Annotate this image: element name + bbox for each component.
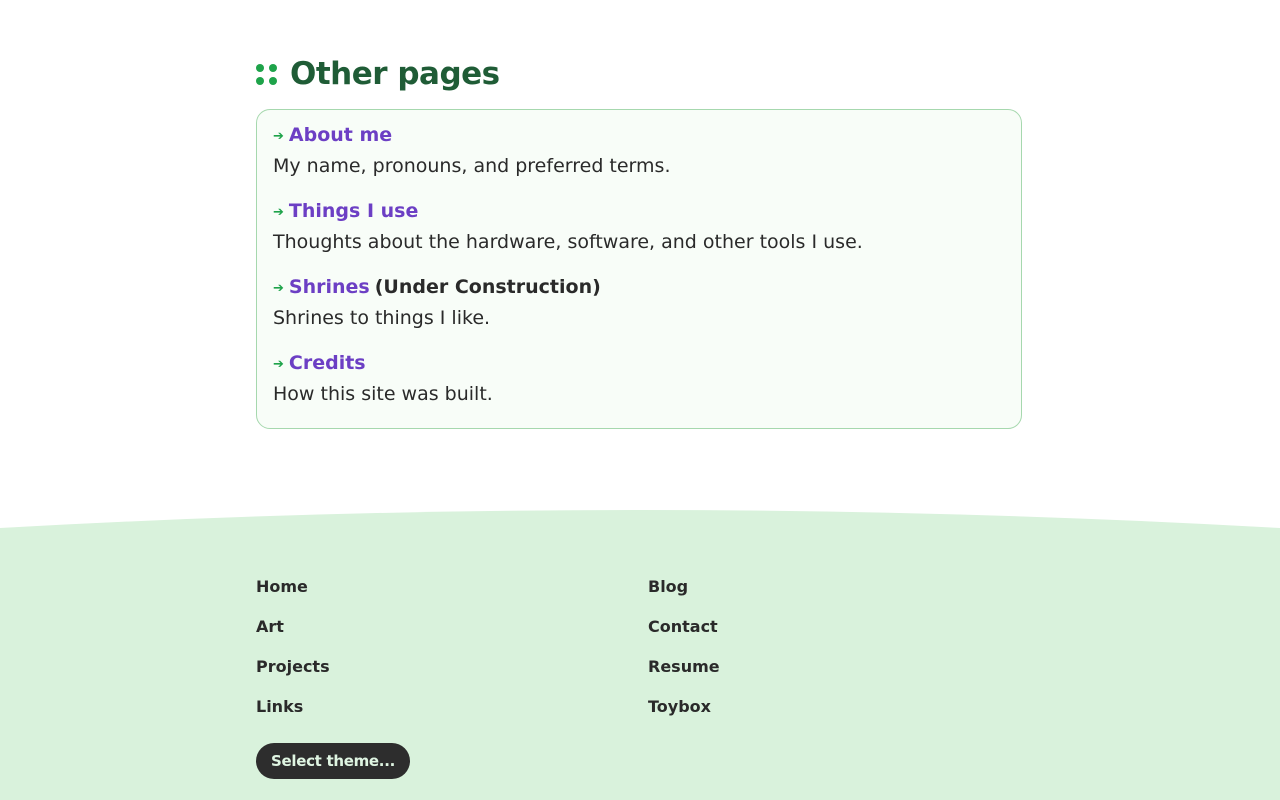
footer-link-toybox[interactable]: Toybox [648, 696, 720, 736]
footer-link-contact[interactable]: Contact [648, 616, 720, 656]
page-item-about: ➔ About me My name, pronouns, and prefer… [273, 124, 670, 177]
about-me-link[interactable]: About me [289, 124, 392, 146]
section-header: Other pages [256, 52, 500, 96]
page-item-credits: ➔ Credits How this site was built. [273, 352, 493, 405]
page-description: My name, pronouns, and preferred terms. [273, 155, 671, 177]
credits-link[interactable]: Credits [289, 352, 366, 374]
footer-link-links[interactable]: Links [256, 696, 330, 736]
dots-icon [256, 63, 277, 85]
footer-nav-left: Home Art Projects Links [256, 576, 330, 736]
footer-nav-right: Blog Contact Resume Toybox [648, 576, 720, 736]
other-pages-card: ➔ About me My name, pronouns, and prefer… [256, 109, 1022, 429]
page-description: Shrines to things I like. [273, 307, 491, 329]
footer-link-home[interactable]: Home [256, 576, 330, 616]
footer-background [0, 510, 1280, 800]
arrow-right-icon: ➔ [273, 281, 284, 296]
site-footer: Home Art Projects Links Blog Contact Res… [0, 510, 1280, 800]
page-description: Thoughts about the hardware, software, a… [273, 231, 863, 253]
footer-link-art[interactable]: Art [256, 616, 330, 656]
arrow-right-icon: ➔ [273, 357, 284, 372]
select-theme-button[interactable]: Select theme... [256, 743, 410, 779]
shrines-link[interactable]: Shrines [289, 276, 370, 298]
arrow-right-icon: ➔ [273, 205, 284, 220]
under-construction-note: (Under Construction) [374, 276, 601, 298]
footer-link-projects[interactable]: Projects [256, 656, 330, 696]
things-i-use-link[interactable]: Things I use [289, 200, 418, 222]
page-description: How this site was built. [273, 383, 493, 405]
footer-link-resume[interactable]: Resume [648, 656, 720, 696]
footer-link-blog[interactable]: Blog [648, 576, 720, 616]
page-item-things: ➔ Things I use Thoughts about the hardwa… [273, 200, 863, 253]
section-title: Other pages [290, 56, 500, 92]
arrow-right-icon: ➔ [273, 129, 284, 144]
page-item-shrines: ➔ Shrines (Under Construction) Shrines t… [273, 276, 601, 329]
